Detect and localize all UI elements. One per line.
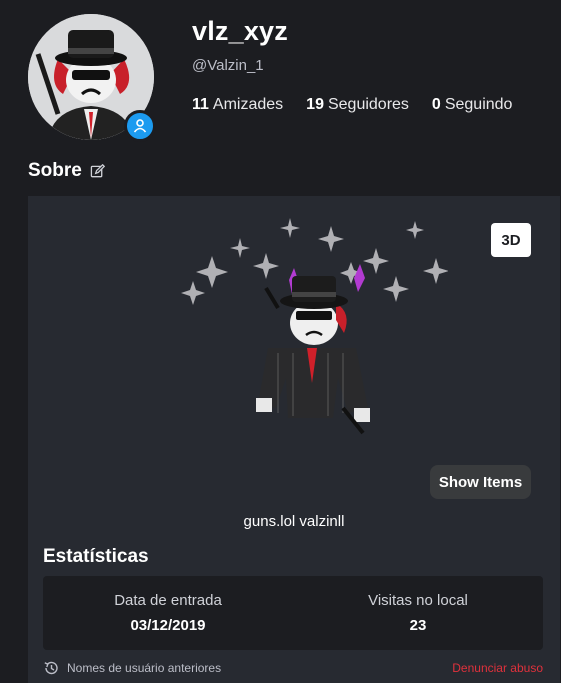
- edit-icon[interactable]: [90, 163, 105, 179]
- profile-avatar-container: [28, 14, 156, 142]
- place-visits-stat: Visitas no local 23: [293, 576, 543, 650]
- avatar-3d-viewer[interactable]: [168, 208, 448, 448]
- profile-footer: Nomes de usuário anteriores Denunciar ab…: [43, 658, 543, 678]
- following-count: 0: [431, 96, 441, 113]
- friends-link[interactable]: 11 Amizades: [192, 96, 283, 114]
- profile-bio: guns.lol valzinll: [243, 513, 345, 530]
- previous-usernames-label: Nomes de usuário anteriores: [67, 661, 222, 675]
- place-visits-label: Visitas no local: [368, 592, 468, 609]
- username-handle: @Valzin_1: [192, 57, 264, 74]
- about-panel: 3D Show Items guns.lol valzinll Estatíst…: [28, 196, 560, 683]
- show-items-button[interactable]: Show Items: [430, 465, 531, 499]
- friends-label: Amizades: [212, 96, 284, 113]
- about-section-title: Sobre: [28, 160, 105, 182]
- followers-count: 19: [306, 96, 324, 113]
- social-stats: 11 Amizades 19 Seguidores 0 Seguindo: [192, 96, 535, 114]
- view-3d-toggle-button[interactable]: 3D: [491, 223, 531, 257]
- join-date-value: 03/12/2019: [130, 617, 206, 634]
- statistics-title: Estatísticas: [43, 546, 149, 567]
- following-label: Seguindo: [444, 96, 513, 113]
- place-visits-value: 23: [409, 617, 427, 634]
- previous-usernames-link[interactable]: Nomes de usuário anteriores: [43, 660, 221, 676]
- report-abuse-link[interactable]: Denunciar abuso: [452, 661, 543, 675]
- friends-count: 11: [192, 96, 209, 113]
- online-status-badge: [124, 110, 156, 142]
- followers-link[interactable]: 19 Seguidores: [306, 96, 409, 114]
- following-link[interactable]: 0 Seguindo: [432, 96, 513, 114]
- about-title-text: Sobre: [28, 160, 82, 181]
- history-icon: [44, 661, 58, 675]
- join-date-stat: Data de entrada 03/12/2019: [43, 576, 293, 650]
- person-icon: [133, 119, 147, 133]
- statistics-card: Data de entrada 03/12/2019 Visitas no lo…: [43, 576, 543, 650]
- join-date-label: Data de entrada: [114, 592, 222, 609]
- followers-label: Seguidores: [327, 96, 409, 113]
- display-name: vlz_xyz: [192, 16, 288, 46]
